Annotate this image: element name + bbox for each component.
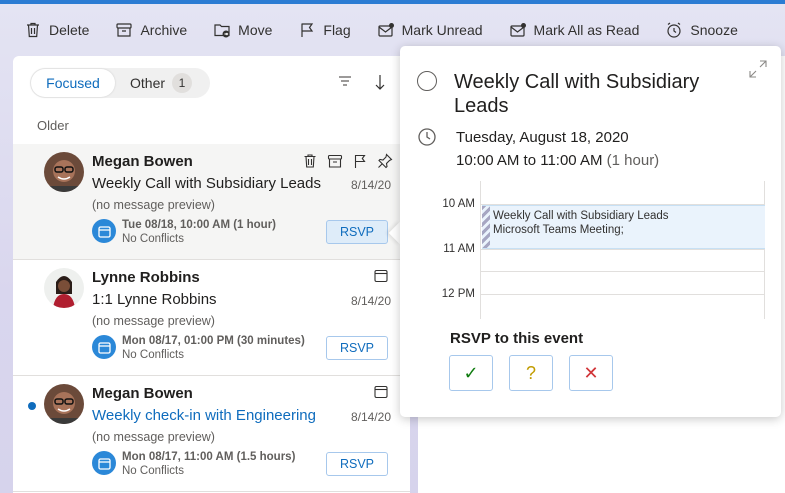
day-timeline: Weekly Call with Subsidiary Leads Micros…: [480, 181, 765, 319]
accept-button[interactable]: ✓: [449, 355, 493, 391]
pin-icon[interactable]: [377, 153, 393, 169]
timeline-half-line: [481, 271, 765, 272]
message-preview: (no message preview): [92, 198, 215, 212]
archive-icon: [116, 23, 133, 37]
event-duration: (1 hour): [606, 152, 660, 169]
event-time: Tue 08/18, 10:00 AM (1 hour): [122, 219, 277, 231]
rsvp-button[interactable]: RSVP: [326, 452, 388, 476]
list-item[interactable]: Lynne Robbins 1:1 Lynne Robbins 8/14/20 …: [13, 260, 410, 376]
expand-icon[interactable]: [747, 58, 769, 80]
archive-icon[interactable]: [327, 153, 343, 169]
delete-button[interactable]: Delete: [24, 21, 89, 39]
complete-circle-icon[interactable]: [417, 71, 437, 91]
other-count-badge: 1: [172, 73, 193, 93]
calendar-badge-icon: [92, 219, 116, 243]
message-date: 8/14/20: [350, 178, 391, 192]
timeline-label-12pm: 12 PM: [441, 288, 475, 300]
section-header-older: Older: [37, 118, 69, 133]
calendar-icon: [374, 385, 388, 399]
conflict-status: No Conflicts: [122, 233, 184, 245]
mark-all-read-button[interactable]: Mark All as Read: [509, 21, 640, 39]
list-item[interactable]: Megan Bowen Weekly Call with Subsidiary …: [13, 144, 410, 260]
conflict-status: No Conflicts: [122, 349, 184, 361]
avatar: [44, 268, 84, 308]
event-time-range: 10:00 AM to 11:00 AM (1 hour): [456, 152, 659, 169]
message-preview: (no message preview): [92, 314, 215, 328]
tentative-button[interactable]: ?: [509, 355, 553, 391]
trash-icon[interactable]: [302, 153, 318, 169]
trash-icon: [27, 22, 39, 38]
flag-icon: [301, 23, 314, 37]
event-title: Weekly Call with Subsidiary Leads: [454, 71, 700, 117]
decline-button[interactable]: ✕: [569, 355, 613, 391]
tab-other[interactable]: Other 1: [130, 68, 193, 98]
delete-label: Delete: [49, 22, 90, 38]
tab-other-label: Other: [130, 75, 166, 91]
message-subject: Weekly check-in with Engineering: [92, 407, 316, 424]
timeline-hour-line: [481, 249, 765, 250]
timeline-event-name: Weekly Call with Subsidiary Leads: [493, 210, 669, 222]
message-preview: (no message preview): [92, 430, 215, 444]
timeline-hour-line: [481, 294, 765, 295]
rsvp-heading: RSVP to this event: [450, 330, 584, 347]
archive-label: Archive: [140, 22, 188, 38]
filter-icon[interactable]: [337, 73, 353, 89]
unread-indicator: [28, 402, 36, 410]
event-time: Mon 08/17, 01:00 PM (30 minutes): [122, 335, 305, 347]
snooze-label: Snooze: [690, 22, 738, 38]
event-time-range-text: 10:00 AM to 11:00 AM: [456, 152, 603, 169]
flag-button[interactable]: Flag: [298, 21, 351, 39]
sender-name: Megan Bowen: [92, 153, 193, 170]
avatar: [44, 152, 84, 192]
message-list: Focused Other 1 Older Megan Bowen Weekly…: [13, 56, 410, 493]
x-mark-icon: ✕: [583, 362, 599, 383]
message-date: 8/14/20: [350, 294, 391, 308]
message-date: 8/14/20: [350, 410, 391, 424]
folder-move-icon: [214, 24, 230, 38]
sort-arrow-icon[interactable]: [373, 73, 387, 91]
snooze-clock-icon: [667, 22, 681, 38]
sender-name: Megan Bowen: [92, 385, 193, 402]
timeline-label-11am: 11 AM: [443, 243, 475, 255]
calendar-badge-icon: [92, 335, 116, 359]
rsvp-button[interactable]: RSVP: [326, 336, 388, 360]
tab-focused[interactable]: Focused: [31, 69, 115, 97]
calendar-icon: [374, 269, 388, 283]
snooze-button[interactable]: Snooze: [665, 21, 738, 39]
inbox-pivot: Focused Other 1: [30, 68, 210, 98]
mark-unread-label: Mark Unread: [401, 22, 483, 38]
tentative-stripe: [482, 206, 490, 248]
list-item[interactable]: Megan Bowen Weekly check-in with Enginee…: [13, 376, 410, 492]
timeline-label-10am: 10 AM: [442, 198, 475, 210]
envelope-read-all-icon: [509, 23, 526, 37]
move-button[interactable]: Move: [213, 21, 272, 39]
sender-name: Lynne Robbins: [92, 269, 200, 286]
avatar: [44, 384, 84, 424]
checkmark-icon: ✓: [463, 362, 479, 383]
event-date: Tuesday, August 18, 2020: [456, 129, 629, 146]
question-mark-icon: ?: [525, 362, 536, 383]
move-label: Move: [238, 22, 273, 38]
timeline-event-location: Microsoft Teams Meeting;: [493, 224, 624, 236]
envelope-unread-icon: [378, 23, 394, 37]
timeline-event-block[interactable]: Weekly Call with Subsidiary Leads Micros…: [482, 205, 765, 249]
message-subject: Weekly Call with Subsidiary Leads: [92, 175, 321, 192]
rsvp-button[interactable]: RSVP: [326, 220, 388, 244]
calendar-badge-icon: [92, 451, 116, 475]
archive-button[interactable]: Archive: [115, 21, 187, 39]
flag-icon[interactable]: [352, 153, 368, 169]
mark-all-read-label: Mark All as Read: [533, 22, 640, 38]
flag-label: Flag: [323, 22, 351, 38]
event-popup-card: Weekly Call with Subsidiary Leads Tuesda…: [400, 46, 781, 417]
event-time: Mon 08/17, 11:00 AM (1.5 hours): [122, 451, 296, 463]
clock-icon: [418, 128, 436, 146]
message-subject: 1:1 Lynne Robbins: [92, 291, 217, 308]
quick-actions: [302, 153, 393, 169]
mark-unread-button[interactable]: Mark Unread: [377, 21, 483, 39]
conflict-status: No Conflicts: [122, 465, 184, 477]
